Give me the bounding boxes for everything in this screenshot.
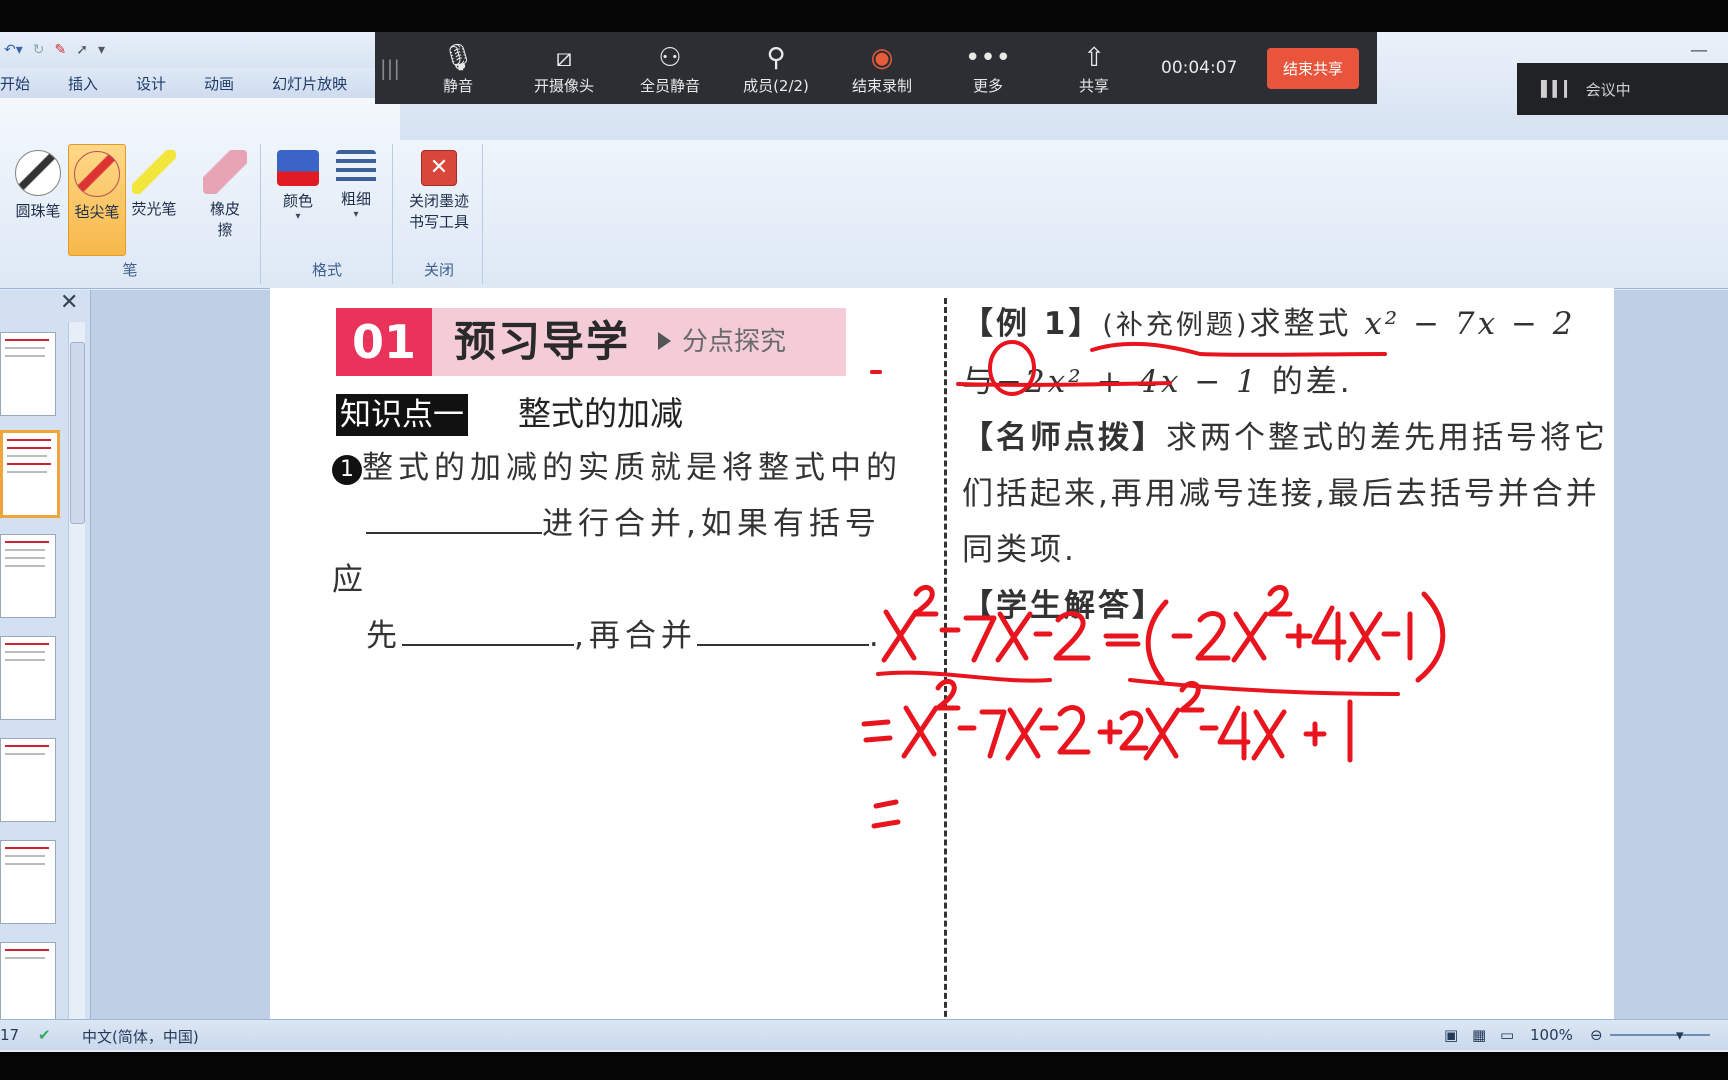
camera-off-icon: ⧄ <box>555 42 573 73</box>
mute-all-button[interactable]: ⚇ 全员静音 <box>617 41 723 96</box>
normal-view-icon[interactable]: ▣ <box>1444 1026 1458 1044</box>
zoom-level[interactable]: 100% <box>1530 1026 1573 1044</box>
tab-slideshow[interactable]: 幻灯片放映 <box>256 73 369 94</box>
ink-underline-line1a <box>876 670 1052 683</box>
tab-animation[interactable]: 动画 <box>188 73 256 94</box>
slide-thumbnail[interactable] <box>0 738 56 822</box>
slideshow-view-icon[interactable]: ▭ <box>1500 1026 1514 1044</box>
members-button[interactable]: ⚲ 成员(2/2) <box>723 41 829 96</box>
members-icon: ⚲ <box>766 42 786 73</box>
ink-annotations <box>861 340 1446 829</box>
tab-design[interactable]: 设计 <box>120 73 188 94</box>
meeting-status-panel: ▌▍▎ 会议中 <box>1517 63 1728 115</box>
tab-insert[interactable]: 插入 <box>52 73 120 94</box>
slide-thumbnail[interactable] <box>0 636 56 720</box>
chevron-down-icon: ▾ <box>353 209 359 220</box>
screen-top-bar <box>0 0 1728 32</box>
slide-thumbnail-selected[interactable] <box>0 430 60 518</box>
ballpoint-pen-tool[interactable]: 圆珠笔 <box>10 144 66 221</box>
chevron-down-icon: ▾ <box>295 211 301 222</box>
felt-pen-icon <box>74 151 120 197</box>
ink-underline-line1b <box>1128 678 1400 696</box>
minimize-icon[interactable]: — <box>1690 40 1708 61</box>
meeting-toolbar: ||| 🎙 静音 ⧄ 开摄像头 ⚇ 全员静音 ⚲ 成员(2/2) ◉ 结束录制 ••• 更多… <box>375 32 1377 104</box>
slide-thumbnail[interactable] <box>0 942 56 1026</box>
powerpoint-window: 圆珠笔 毡尖笔 荧光笔 橡皮擦 笔 颜色 ▾ 粗细 ▾ 格式 ✕ 关闭墨迹 书写… <box>0 32 1728 1052</box>
spellcheck-icon[interactable]: ✔ <box>38 1026 51 1044</box>
pointer-icon[interactable]: ➚ <box>76 42 88 58</box>
ink-underline-expr1 <box>1090 341 1387 357</box>
eraser-icon <box>203 150 247 194</box>
mute-all-icon: ⚇ <box>658 42 682 73</box>
zoom-out-icon[interactable]: ⊖ <box>1590 1026 1603 1044</box>
close-icon[interactable]: ✕ <box>60 290 78 315</box>
slide-thumbnail[interactable] <box>0 332 56 416</box>
highlighter-tool[interactable]: 荧光笔 <box>126 144 182 219</box>
status-bar: 17 ✔ 中文(简体，中国) ▣ ▦ ▭ 100% ⊖ ▾ <box>0 1019 1728 1050</box>
thickness-tool[interactable]: 粗细 ▾ <box>328 144 384 220</box>
sorter-view-icon[interactable]: ▦ <box>1472 1026 1486 1044</box>
screen-bottom-bar <box>0 1052 1728 1080</box>
more-button[interactable]: ••• 更多 <box>935 41 1041 96</box>
highlighter-icon <box>132 150 176 194</box>
tab-home[interactable]: 开始 <box>0 73 52 94</box>
scrollbar-thumb[interactable] <box>70 342 85 524</box>
pen-group: 圆珠笔 毡尖笔 荧光笔 橡皮擦 笔 <box>0 144 261 284</box>
share-button[interactable]: ⇧ 共享 <box>1041 41 1147 96</box>
share-screen-icon: ⇧ <box>1083 42 1105 73</box>
zoom-slider-thumb[interactable]: ▾ <box>1676 1026 1684 1044</box>
ribbon-tabs: 开始 插入 设计 动画 幻灯片放映 <box>0 68 400 98</box>
microphone-icon: 🎙 <box>441 42 475 73</box>
ballpoint-pen-icon <box>15 150 61 196</box>
record-icon: ◉ <box>870 42 894 73</box>
line-weight-icon <box>336 150 376 184</box>
ink-equals-line3 <box>871 799 901 829</box>
slide: 01 预习导学 分点探究 知识点一 整式的加减 1 整式的加减的实质就是将整式中的… <box>270 288 1614 1044</box>
signal-bars-icon: ▌▍▎ <box>1541 80 1576 98</box>
felt-pen-tool[interactable]: 毡尖笔 <box>68 144 126 256</box>
close-group: ✕ 关闭墨迹 书写工具 关闭 <box>396 144 483 284</box>
redo-icon[interactable]: ↻ <box>33 42 45 58</box>
close-icon: ✕ <box>421 150 457 186</box>
slide-thumbnail[interactable] <box>0 534 56 618</box>
end-share-button[interactable]: 结束共享 <box>1267 47 1360 89</box>
drag-handle-icon[interactable]: ||| <box>375 56 405 80</box>
ink-line1 <box>881 585 1446 683</box>
stop-recording-button[interactable]: ◉ 结束录制 <box>829 41 935 96</box>
color-brush-icon <box>277 150 319 186</box>
ink-icon[interactable]: ✎ <box>55 42 67 58</box>
close-ink-tool-button[interactable]: ✕ 关闭墨迹 书写工具 <box>400 144 478 232</box>
meeting-timer: 00:04:07 <box>1161 58 1238 78</box>
language-indicator[interactable]: 中文(简体，中国) <box>82 1026 199 1047</box>
meeting-status-label: 会议中 <box>1585 80 1631 99</box>
zoom-slider[interactable] <box>1610 1034 1710 1036</box>
eraser-tool[interactable]: 橡皮擦 <box>198 144 252 240</box>
quick-access-toolbar: ↶▾ ↻ ✎ ➚ ▾ <box>0 32 404 68</box>
slide-thumbnail-panel: ✕ <box>0 290 91 1047</box>
slide-thumbnail[interactable] <box>0 840 56 924</box>
undo-icon[interactable]: ↶▾ <box>4 42 23 58</box>
slide-number: 17 <box>0 1026 20 1044</box>
mute-button[interactable]: 🎙 静音 <box>405 41 511 96</box>
ink-underline-expr2 <box>956 381 1172 387</box>
camera-button[interactable]: ⧄ 开摄像头 <box>511 41 617 96</box>
format-group: 颜色 ▾ 粗细 ▾ 格式 <box>262 144 393 284</box>
color-tool[interactable]: 颜色 ▾ <box>270 144 326 222</box>
more-icon: ••• <box>964 42 1011 73</box>
thumbnail-scrollbar[interactable] <box>68 322 85 1042</box>
customize-icon[interactable]: ▾ <box>98 42 105 58</box>
